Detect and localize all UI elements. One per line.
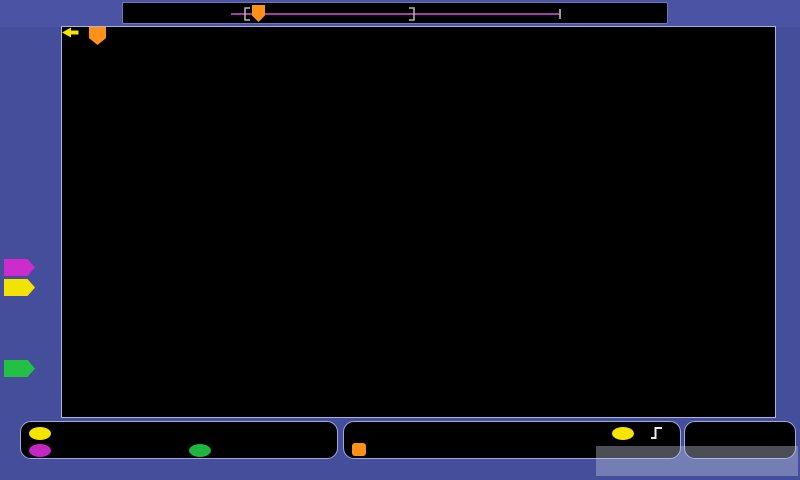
record-line xyxy=(231,13,561,15)
graticule[interactable] xyxy=(62,27,775,417)
channel-3-position-marker[interactable] xyxy=(4,259,35,276)
trigger-level-arrow-icon[interactable] xyxy=(62,27,79,38)
channel-1-position-marker[interactable] xyxy=(4,279,35,296)
ch3-badge xyxy=(29,444,51,457)
record-end-tick xyxy=(559,9,561,19)
window-bracket-right-icon xyxy=(408,7,416,21)
window-bracket-left-icon xyxy=(243,7,251,21)
waveform-canvas xyxy=(62,27,775,417)
ch4-badge xyxy=(189,444,211,457)
channel-4-position-marker[interactable] xyxy=(4,360,35,377)
overview-trigger-marker-icon xyxy=(252,5,265,22)
trigger-source-badge xyxy=(612,427,634,440)
channel-readout-box[interactable] xyxy=(20,421,338,459)
oscilloscope-screen xyxy=(0,0,800,480)
trigger-slope-rising-icon xyxy=(650,426,663,444)
watermark xyxy=(596,446,798,476)
trigger-position-icon xyxy=(352,443,366,456)
ch1-badge xyxy=(29,427,51,440)
record-overview-bar[interactable] xyxy=(122,2,668,24)
top-bar xyxy=(0,0,800,27)
